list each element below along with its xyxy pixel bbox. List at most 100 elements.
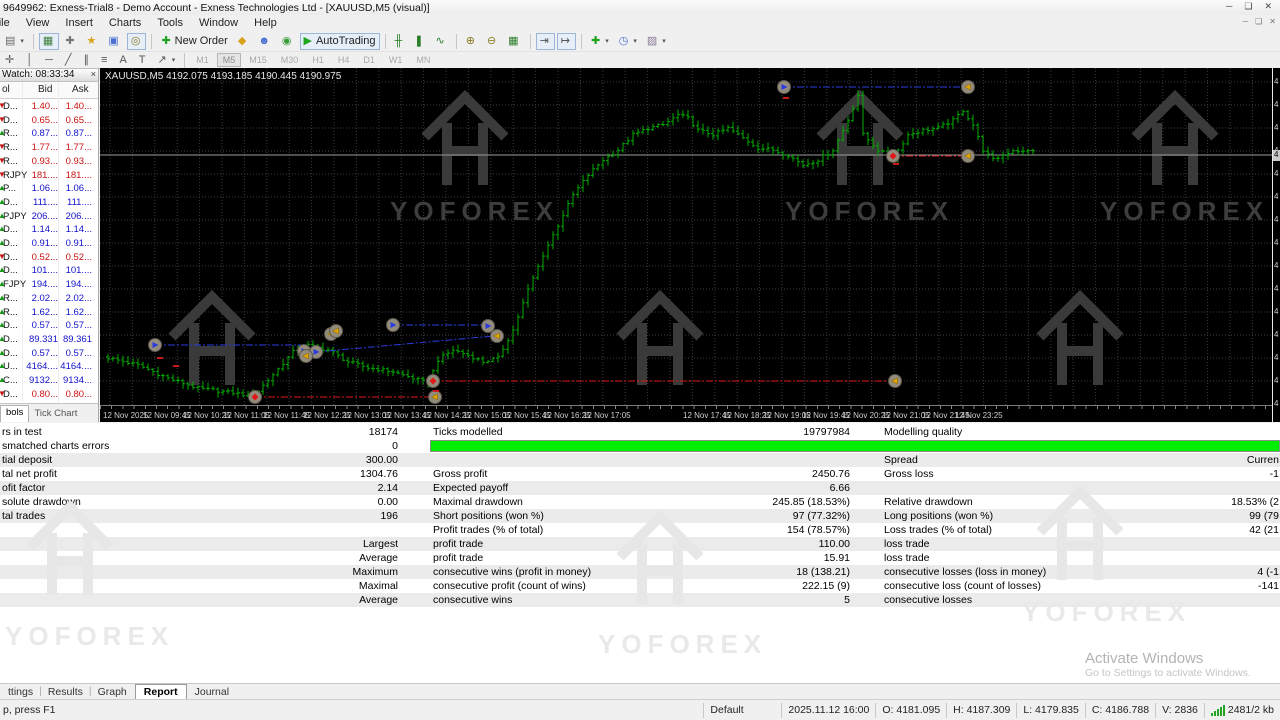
market-watch-row[interactable]: ▲PJPY206....206.... bbox=[0, 210, 99, 224]
timeframe-w1[interactable]: W1 bbox=[383, 53, 409, 67]
market-watch-row[interactable]: ▲D...0.91...0.91... bbox=[0, 237, 99, 251]
market-watch-row[interactable]: ▼D...1.40...1.40... bbox=[0, 100, 99, 114]
tester-tab-ttings[interactable]: ttings bbox=[0, 685, 41, 699]
periods-icon[interactable]: ◷▾ bbox=[615, 33, 641, 50]
expert-advisors-icon[interactable]: ☻ bbox=[254, 33, 276, 50]
symbol-name: U... bbox=[3, 361, 18, 372]
tester-tab-results[interactable]: Results bbox=[40, 685, 91, 699]
timeframe-m15[interactable]: M15 bbox=[243, 53, 273, 67]
menu-charts[interactable]: Charts bbox=[101, 16, 149, 30]
market-watch-header: Watch: 08:33:34 × bbox=[0, 69, 99, 82]
market-watch-row[interactable]: ▲P...1.06...1.06... bbox=[0, 182, 99, 196]
channel-icon[interactable]: ∥ bbox=[80, 52, 96, 69]
chart-restore-icon[interactable]: ❏ bbox=[1255, 17, 1262, 26]
market-watch-row[interactable]: ▲U...4164....4164.... bbox=[0, 360, 99, 374]
market-watch-tab-tick-chart[interactable]: Tick Chart bbox=[29, 407, 82, 420]
chart-shift-icon[interactable]: ↦ bbox=[557, 33, 576, 50]
market-watch-row[interactable]: ▲FJPY194....194.... bbox=[0, 278, 99, 292]
market-watch-row[interactable]: ▲R...2.02...2.02... bbox=[0, 292, 99, 306]
tester-tab-graph[interactable]: Graph bbox=[90, 685, 135, 699]
bid-column-header[interactable]: Bid bbox=[38, 84, 52, 95]
horizontal-line-icon[interactable]: ─ bbox=[41, 52, 59, 69]
timeframe-h1[interactable]: H1 bbox=[306, 53, 330, 67]
market-watch-row[interactable]: ▲D...101....101.... bbox=[0, 264, 99, 278]
timeframe-m5[interactable]: M5 bbox=[217, 53, 242, 67]
templates-icon[interactable]: ▨▾ bbox=[643, 33, 670, 50]
new-order-button[interactable]: ✚New Order bbox=[157, 33, 231, 50]
timeframe-m1[interactable]: M1 bbox=[190, 53, 215, 67]
navigator-icon[interactable]: ★ bbox=[83, 33, 103, 50]
status-bar: p, press F1 Default2025.11.12 16:00O: 41… bbox=[0, 699, 1280, 720]
price-chart[interactable]: YOFOREXYOFOREXYOFOREX XAUUSD,M5 4192.075… bbox=[100, 68, 1272, 405]
market-watch-row[interactable]: ▲D...89.33189.361 bbox=[0, 333, 99, 347]
bar-chart-icon[interactable]: ╫ bbox=[391, 33, 409, 50]
timeframe-mn[interactable]: MN bbox=[410, 53, 436, 67]
candlestick-icon[interactable]: ❚ bbox=[410, 33, 429, 50]
market-watch-row[interactable]: ▲D...1.14...1.14... bbox=[0, 223, 99, 237]
symbol-column-header[interactable]: ol bbox=[2, 84, 10, 95]
menu-help[interactable]: Help bbox=[246, 16, 285, 30]
menu-tools[interactable]: Tools bbox=[149, 16, 191, 30]
market-watch-row[interactable]: ▲D...0.57...0.57... bbox=[0, 319, 99, 333]
market-watch-row[interactable]: ▼R...1.77...1.77... bbox=[0, 141, 99, 155]
zoom-in-icon[interactable]: ⊕ bbox=[462, 33, 481, 50]
candlestick-icon: ❚ bbox=[414, 36, 423, 47]
market-watch-icon[interactable]: ▦ bbox=[39, 33, 59, 50]
menu-insert[interactable]: Insert bbox=[57, 16, 101, 30]
market-watch-row[interactable]: ▼D...0.80...0.80... bbox=[0, 388, 99, 402]
chart-minimize-icon[interactable]: ─ bbox=[1242, 17, 1248, 26]
chart-plot-area[interactable]: YOFOREXYOFOREXYOFOREX XAUUSD,M5 4192.075… bbox=[100, 68, 1272, 405]
sound-icon[interactable]: ◉ bbox=[278, 33, 298, 50]
market-watch-row[interactable]: ▼D...0.65...0.65... bbox=[0, 114, 99, 128]
price-axis-label: 4 bbox=[1274, 192, 1278, 201]
shapes-icon: ↗ bbox=[158, 55, 167, 66]
zoom-out-icon[interactable]: ⊖ bbox=[483, 33, 502, 50]
chart-window[interactable]: YOFOREXYOFOREXYOFOREX XAUUSD,M5 4192.075… bbox=[100, 68, 1280, 422]
tester-tab-journal[interactable]: Journal bbox=[187, 685, 237, 699]
report-cell-c2l: Ticks modelled bbox=[433, 426, 503, 438]
menu-view[interactable]: View bbox=[18, 16, 58, 30]
cursor-crosshair-icon[interactable]: ✛ bbox=[1, 52, 20, 69]
timeframe-h4[interactable]: H4 bbox=[332, 53, 356, 67]
trendline-icon[interactable]: ╱ bbox=[61, 52, 78, 69]
line-chart-icon[interactable]: ∿ bbox=[432, 33, 451, 50]
price-axis-label: 4 bbox=[1274, 215, 1278, 224]
indicators-icon[interactable]: ✚▾ bbox=[587, 33, 613, 50]
ask-column-header[interactable]: Ask bbox=[72, 84, 89, 95]
market-watch-row[interactable]: ▲C...9132...9134... bbox=[0, 374, 99, 388]
data-window-icon[interactable]: ✚ bbox=[61, 33, 80, 50]
maximize-icon[interactable]: ❏ bbox=[1244, 1, 1252, 12]
autotrading-button[interactable]: ▶AutoTrading bbox=[300, 33, 380, 50]
market-watch-row[interactable]: ▼D...0.52...0.52... bbox=[0, 251, 99, 265]
menu-file[interactable]: File bbox=[0, 16, 18, 30]
market-watch-row[interactable]: ▼RJPY181....181.... bbox=[0, 169, 99, 183]
tester-tab-report[interactable]: Report bbox=[135, 684, 187, 699]
label-icon[interactable]: T bbox=[135, 52, 152, 69]
strategy-tester-icon[interactable]: ◎ bbox=[127, 33, 147, 50]
market-watch-row[interactable]: ▲D...111....111.... bbox=[0, 196, 99, 210]
tile-windows-icon[interactable]: ▦ bbox=[504, 33, 524, 50]
menu-window[interactable]: Window bbox=[191, 16, 246, 30]
close-icon[interactable]: ✕ bbox=[1264, 1, 1272, 12]
cursor-crosshair-icon: ✛ bbox=[5, 55, 14, 66]
market-watch-row[interactable]: ▲R...0.87...0.87... bbox=[0, 127, 99, 141]
market-watch-row[interactable]: ▲R...1.62...1.62... bbox=[0, 306, 99, 320]
eraser-icon[interactable]: ◆ bbox=[234, 33, 252, 50]
fibonacci-icon[interactable]: ≡ bbox=[97, 52, 113, 69]
symbol-name: R... bbox=[3, 307, 18, 318]
terminal-icon[interactable]: ▣ bbox=[104, 33, 124, 50]
minimize-icon[interactable]: ─ bbox=[1226, 1, 1232, 12]
timeframe-d1[interactable]: D1 bbox=[357, 53, 381, 67]
market-watch-row[interactable]: ▲D...0.57...0.57... bbox=[0, 347, 99, 361]
timeframe-m30[interactable]: M30 bbox=[275, 53, 305, 67]
report-cell-c3l: Spread bbox=[884, 454, 918, 466]
market-watch-row[interactable]: ▼R...0.93...0.93... bbox=[0, 155, 99, 169]
profiles-icon[interactable]: ▤▾ bbox=[1, 33, 28, 50]
vertical-line-icon[interactable]: │ bbox=[22, 52, 39, 69]
text-icon[interactable]: A bbox=[115, 52, 132, 69]
auto-scroll-icon[interactable]: ⇥ bbox=[536, 33, 555, 50]
shapes-icon[interactable]: ↗▾ bbox=[154, 52, 180, 69]
market-watch-tab-bols[interactable]: bols bbox=[0, 405, 29, 422]
chart-close-icon[interactable]: ✕ bbox=[1269, 17, 1276, 26]
close-icon[interactable]: × bbox=[91, 69, 96, 79]
